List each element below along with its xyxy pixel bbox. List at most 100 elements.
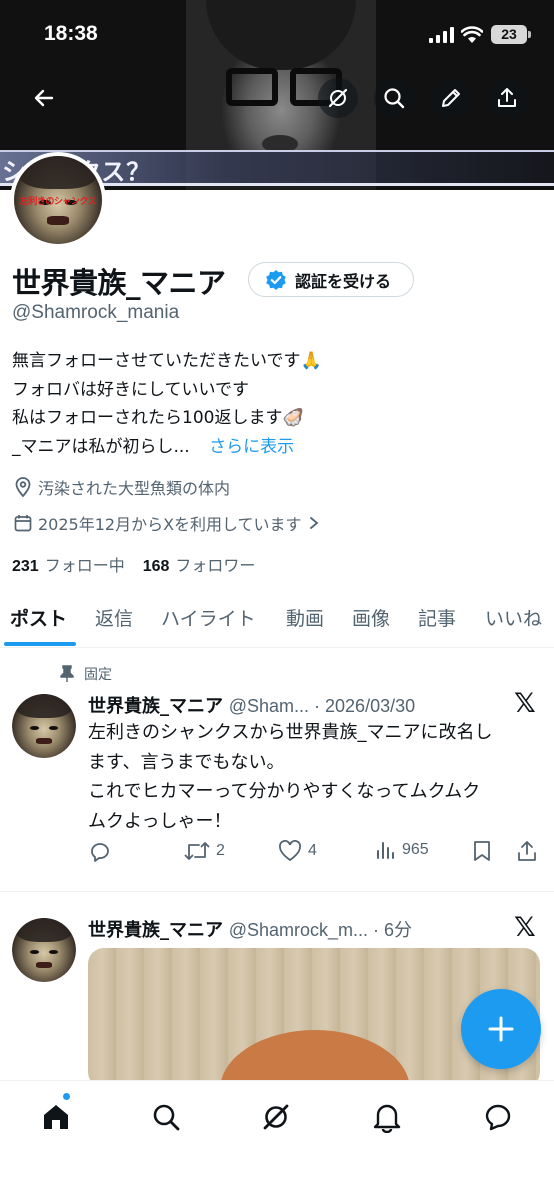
reply-icon — [91, 843, 109, 862]
plus-icon — [488, 1016, 514, 1042]
bookmark-button[interactable] — [472, 840, 492, 862]
wifi-icon — [461, 26, 483, 43]
avatar-image: 左利きのシャンクス — [14, 156, 102, 244]
post-text-line: ムクよっしゃー！ — [88, 810, 232, 832]
search-button[interactable] — [374, 78, 414, 118]
post-header: 世界貴族_マニア @Shamrock_m... · 6分 — [88, 916, 412, 942]
post-handle-time: @Shamrock_m... · 6分 — [228, 920, 413, 940]
battery-indicator: 23 — [491, 25, 527, 44]
retweet-icon — [184, 842, 210, 860]
tab-videos[interactable]: 動画 — [286, 604, 324, 631]
active-tab-indicator — [4, 642, 76, 646]
bookmark-icon — [474, 841, 490, 861]
post-divider — [0, 891, 554, 892]
views-icon — [377, 842, 394, 859]
get-verified-button[interactable]: 認証を受ける — [248, 262, 414, 297]
tab-replies[interactable]: 返信 — [95, 604, 133, 631]
location-text: 汚染された大型魚類の体内 — [38, 479, 231, 498]
post-avatar[interactable] — [12, 918, 76, 982]
avatar-text: 左利きのシャンクス — [19, 196, 97, 207]
post-author-name[interactable]: 世界貴族_マニア — [88, 696, 223, 717]
nav-home[interactable] — [36, 1097, 76, 1137]
share-profile-button[interactable] — [487, 78, 527, 118]
share-icon — [518, 841, 536, 861]
bottom-navigation — [0, 1080, 554, 1199]
nav-search[interactable] — [146, 1097, 186, 1137]
following-label: フォロー中 — [44, 556, 125, 575]
profile-avatar[interactable]: 左利きのシャンクス — [10, 152, 106, 248]
profile-joined-date[interactable]: 2025年12月からXを利用しています — [14, 511, 320, 535]
post-actions: 2 4 965 — [88, 838, 544, 868]
bio-line: フォロバは好きにしていいです — [12, 379, 249, 400]
share-icon — [498, 88, 516, 107]
followers-link[interactable]: 168 フォロワー — [143, 552, 256, 576]
home-notification-dot — [62, 1092, 71, 1101]
get-verified-label: 認証を受ける — [295, 271, 392, 291]
compose-post-button[interactable] — [461, 989, 541, 1069]
nav-grok[interactable] — [256, 1097, 296, 1137]
battery-tip — [528, 31, 531, 38]
x-logo-icon: 𝕏 — [514, 912, 536, 943]
profile-handle: @Shamrock_mania — [12, 302, 180, 323]
calendar-icon — [14, 515, 32, 532]
edit-icon — [442, 89, 460, 107]
tab-articles[interactable]: 記事 — [418, 604, 456, 631]
profile-display-name: 世界貴族_マニア — [12, 266, 226, 300]
follow-stats: 231 フォロー中 168 フォロワー — [12, 552, 255, 576]
nav-messages[interactable] — [478, 1097, 518, 1137]
profile-tabs: ポスト 返信 ハイライト 動画 画像 記事 いいね — [0, 598, 554, 648]
pinned-indicator: 固定 — [60, 664, 112, 684]
post-text-line: 左利きのシャンクスから世界貴族_マニアに改名し — [88, 722, 493, 743]
post-avatar[interactable] — [12, 694, 76, 758]
messages-icon — [485, 1104, 511, 1131]
show-more-link[interactable]: さらに表示 — [209, 437, 294, 457]
home-icon — [44, 1105, 68, 1129]
nav-notifications[interactable] — [367, 1097, 407, 1137]
share-post-button[interactable] — [516, 840, 538, 862]
post-text-line: これでヒカマーって分かりやすくなってムクムク — [88, 781, 481, 802]
retweet-button[interactable]: 2 — [184, 840, 225, 862]
post-text[interactable]: 左利きのシャンクスから世界貴族_マニアに改名し ます、言うまでもない。 これでヒ… — [88, 718, 544, 836]
post-header: 世界貴族_マニア @Sham... · 2026/03/30 — [88, 692, 415, 718]
followers-label: フォロワー — [175, 556, 256, 575]
views-button[interactable]: 965 — [376, 840, 429, 860]
post-text-line: ます、言うまでもない。 — [88, 751, 285, 773]
like-button[interactable]: 4 — [278, 840, 317, 862]
post-avatar-image — [12, 918, 76, 982]
followers-count: 168 — [142, 558, 170, 575]
grok-button[interactable] — [318, 78, 358, 118]
status-bar: 18:38 23 — [0, 0, 554, 70]
pinned-label: 固定 — [84, 667, 112, 683]
reply-button[interactable] — [88, 840, 112, 864]
bio-line: 私はフォローされたら100返します🦪 — [12, 408, 304, 428]
views-count: 965 — [402, 841, 429, 858]
notifications-icon — [373, 1104, 401, 1133]
back-arrow-icon — [34, 89, 54, 107]
bio-line: 無言フォローさせていただきたいです🙏 — [12, 351, 322, 371]
tab-photos[interactable]: 画像 — [352, 604, 390, 631]
chevron-right-icon — [309, 517, 318, 529]
post-avatar-image — [12, 694, 76, 758]
verified-badge-icon — [266, 269, 286, 290]
grok-icon — [263, 1104, 289, 1130]
tab-likes[interactable]: いいね — [485, 604, 542, 631]
post-author-name[interactable]: 世界貴族_マニア — [88, 920, 223, 941]
back-button[interactable] — [24, 78, 64, 118]
following-count: 231 — [12, 558, 39, 575]
retweet-count: 2 — [216, 842, 225, 859]
status-time: 18:38 — [44, 22, 98, 45]
tab-posts[interactable]: ポスト — [10, 604, 67, 631]
x-logo-icon: 𝕏 — [514, 688, 536, 719]
cellular-signal-icon — [429, 27, 454, 43]
post-handle-time: @Sham... · 2026/03/30 — [228, 696, 416, 716]
joined-text: 2025年12月からXを利用しています — [38, 515, 302, 534]
pin-icon — [60, 665, 74, 682]
bio-line: _マニアは私が初らし... — [12, 436, 190, 457]
profile-location: 汚染された大型魚類の体内 — [14, 475, 230, 499]
like-count: 4 — [308, 842, 317, 859]
location-icon — [15, 477, 31, 497]
tab-highlights[interactable]: ハイライト — [161, 604, 256, 631]
like-icon — [279, 840, 301, 862]
following-link[interactable]: 231 フォロー中 — [12, 552, 125, 576]
edit-button[interactable] — [431, 78, 471, 118]
